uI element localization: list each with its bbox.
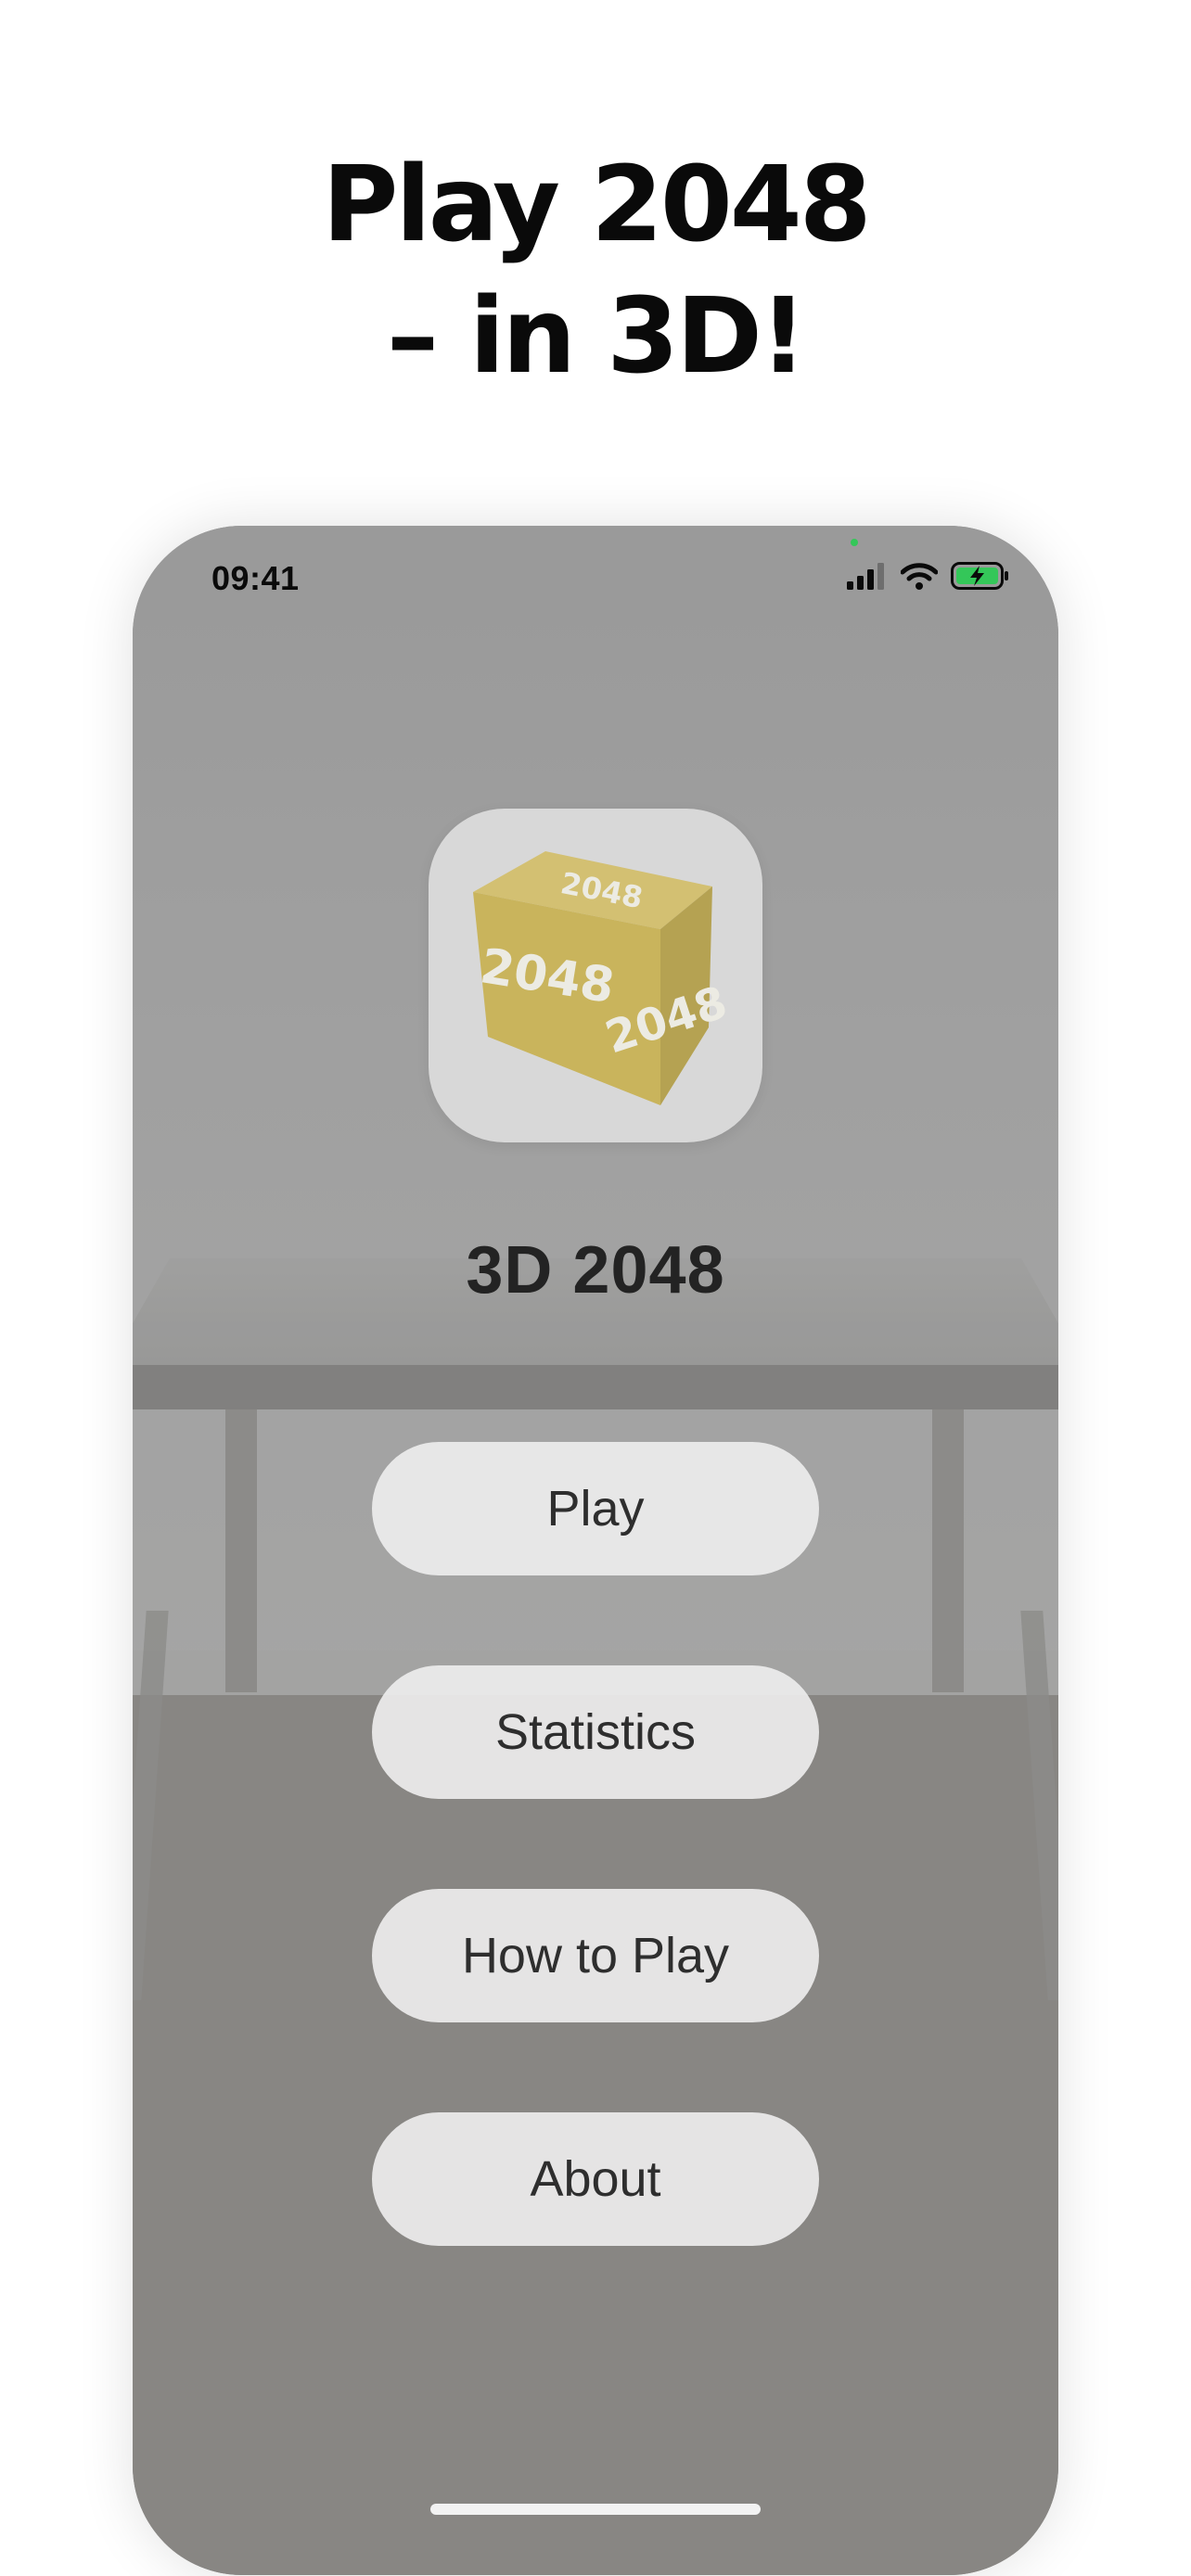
app-title: 3D 2048	[466, 1233, 725, 1307]
cellular-signal-icon	[847, 562, 888, 594]
promo-headline: Play 2048 – in 3D!	[0, 139, 1191, 402]
phone-screen: 09:41 2048 2048 2048 3D 2048 Play Statis…	[133, 526, 1058, 2575]
wifi-icon	[900, 562, 939, 594]
status-bar-time: 09:41	[211, 559, 300, 597]
battery-charging-icon	[951, 561, 1010, 595]
status-bar-icons	[847, 561, 1010, 594]
promo-headline-line-1: Play 2048	[322, 145, 871, 265]
privacy-indicator-dot	[851, 539, 858, 546]
promo-headline-line-2: – in 3D!	[386, 276, 807, 397]
cube-2048-app-icon: 2048 2048 2048	[429, 809, 762, 1142]
about-button[interactable]: About	[372, 2112, 819, 2246]
home-indicator[interactable]	[430, 2504, 761, 2515]
play-button[interactable]: Play	[372, 1442, 819, 1575]
statistics-button[interactable]: Statistics	[372, 1665, 819, 1799]
how-to-play-button[interactable]: How to Play	[372, 1889, 819, 2022]
